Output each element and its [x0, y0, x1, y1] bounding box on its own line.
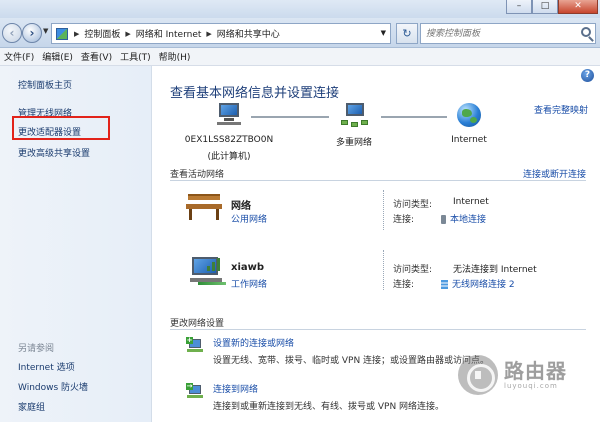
- connection-value[interactable]: 本地连接: [450, 215, 486, 225]
- change-settings-heading: 更改网络设置: [170, 319, 225, 329]
- sidebar-item-internet-options[interactable]: Internet 选项: [18, 360, 75, 373]
- close-button[interactable]: ✕: [558, 0, 598, 14]
- breadcrumb-control-panel[interactable]: 控制面板: [81, 27, 123, 40]
- minimize-button[interactable]: –: [506, 0, 532, 14]
- menu-help[interactable]: 帮助(H): [159, 50, 199, 63]
- sidebar-item-homegroup[interactable]: 家庭组: [18, 400, 45, 413]
- address-dropdown-icon[interactable]: ▼: [381, 29, 386, 37]
- access-type-value: Internet: [453, 197, 489, 207]
- forward-button[interactable]: ›: [22, 23, 42, 43]
- ethernet-plug-icon: [441, 215, 446, 224]
- sidebar-item-control-panel-home[interactable]: 控制面板主页: [18, 78, 72, 91]
- connection-label: 连接:: [393, 215, 415, 225]
- router-logo-icon: [458, 355, 498, 395]
- chevron-right-icon[interactable]: ▶: [72, 30, 81, 38]
- connection-line: [381, 116, 447, 118]
- connect-to-network-link[interactable]: 连接到网络: [213, 382, 258, 395]
- window-titlebar: – □ ✕: [0, 0, 600, 20]
- highlight-box: [12, 116, 110, 140]
- window-controls: – □ ✕: [506, 0, 598, 14]
- watermark: 路由器 luyouqi.com: [458, 355, 590, 395]
- back-button[interactable]: ‹: [2, 23, 22, 43]
- access-type-value: 无法连接到 Internet: [453, 265, 537, 275]
- access-type-label: 访问类型:: [393, 265, 433, 275]
- control-panel-icon: [56, 27, 68, 40]
- address-toolbar: ‹ › ▼ ▶ 控制面板 ▶ 网络和 Internet ▶ 网络和共享中心 ▼ …: [0, 18, 600, 48]
- network-type-link[interactable]: 工作网络: [231, 277, 267, 290]
- network-type-link[interactable]: 公用网络: [231, 212, 267, 225]
- divider: [383, 190, 384, 230]
- wireless-connection-link[interactable]: 无线网络连接 2: [441, 277, 515, 290]
- connection-label: 连接:: [393, 280, 415, 290]
- active-networks-heading: 查看活动网络: [170, 170, 225, 180]
- search-box[interactable]: [420, 23, 596, 44]
- watermark-sub: luyouqi.com: [504, 382, 558, 390]
- recent-pages-dropdown-icon[interactable]: ▼: [43, 27, 48, 35]
- computer-name-label: 0EX1LSS82ZTBO0N: [184, 135, 274, 145]
- menu-file[interactable]: 文件(F): [4, 50, 42, 63]
- local-connection-link[interactable]: 本地连接: [441, 212, 486, 225]
- new-connection-icon: +: [186, 337, 204, 353]
- help-icon[interactable]: ?: [581, 69, 594, 82]
- search-input[interactable]: [421, 24, 571, 43]
- access-type-label: 访问类型:: [393, 200, 433, 210]
- sidebar: 控制面板主页 管理无线网络 更改适配器设置 更改高级共享设置 另请参阅 Inte…: [0, 66, 152, 422]
- internet-globe-icon[interactable]: [457, 103, 481, 127]
- network-name: xiawb: [231, 262, 265, 273]
- network-name: 网络: [231, 201, 251, 212]
- work-network-computer-icon: [190, 255, 226, 287]
- connection-value[interactable]: 无线网络连接 2: [452, 280, 515, 290]
- divider: [383, 250, 384, 290]
- see-also-heading: 另请参阅: [18, 344, 55, 354]
- divider: [170, 329, 586, 330]
- chevron-right-icon[interactable]: ▶: [123, 30, 132, 38]
- divider: [170, 180, 586, 181]
- connection-line: [251, 116, 329, 118]
- breadcrumb-network-sharing-center[interactable]: 网络和共享中心: [214, 27, 283, 40]
- watermark-text: 路由器: [504, 359, 567, 383]
- wireless-signal-icon: [441, 280, 448, 289]
- menu-tools[interactable]: 工具(T): [120, 50, 159, 63]
- address-bar[interactable]: ▶ 控制面板 ▶ 网络和 Internet ▶ 网络和共享中心 ▼: [51, 23, 391, 44]
- page-title: 查看基本网络信息并设置连接: [170, 86, 340, 101]
- multiple-networks-label: 多重网络: [335, 138, 372, 148]
- maximize-button[interactable]: □: [532, 0, 558, 14]
- sidebar-item-windows-firewall[interactable]: Windows 防火墙: [18, 380, 88, 393]
- public-network-bench-icon: [186, 192, 222, 220]
- search-icon[interactable]: [581, 27, 591, 37]
- internet-label: Internet: [451, 135, 487, 145]
- refresh-button[interactable]: ↻: [396, 23, 418, 44]
- connect-to-network-icon: →: [186, 383, 204, 399]
- view-full-map-link[interactable]: 查看完整映射: [534, 103, 588, 116]
- sidebar-item-advanced-sharing[interactable]: 更改高级共享设置: [18, 146, 90, 159]
- task-description: 连接到或重新连接到无线、有线、拨号或 VPN 网络连接。: [213, 402, 445, 412]
- connect-disconnect-link[interactable]: 连接或断开连接: [523, 167, 586, 180]
- multiple-networks-icon[interactable]: [341, 103, 369, 127]
- task-description: 设置无线、宽带、拨号、临时或 VPN 连接；或设置路由器或访问点。: [213, 356, 490, 366]
- menu-view[interactable]: 查看(V): [81, 50, 120, 63]
- setup-new-connection-link[interactable]: 设置新的连接或网络: [213, 336, 294, 349]
- chevron-right-icon[interactable]: ▶: [204, 30, 213, 38]
- breadcrumb-network-internet[interactable]: 网络和 Internet: [133, 27, 205, 40]
- computer-sub-label: (此计算机): [207, 152, 251, 162]
- computer-icon: [216, 103, 242, 125]
- menu-edit[interactable]: 编辑(E): [42, 50, 81, 63]
- menu-bar: 文件(F) 编辑(E) 查看(V) 工具(T) 帮助(H): [0, 48, 600, 66]
